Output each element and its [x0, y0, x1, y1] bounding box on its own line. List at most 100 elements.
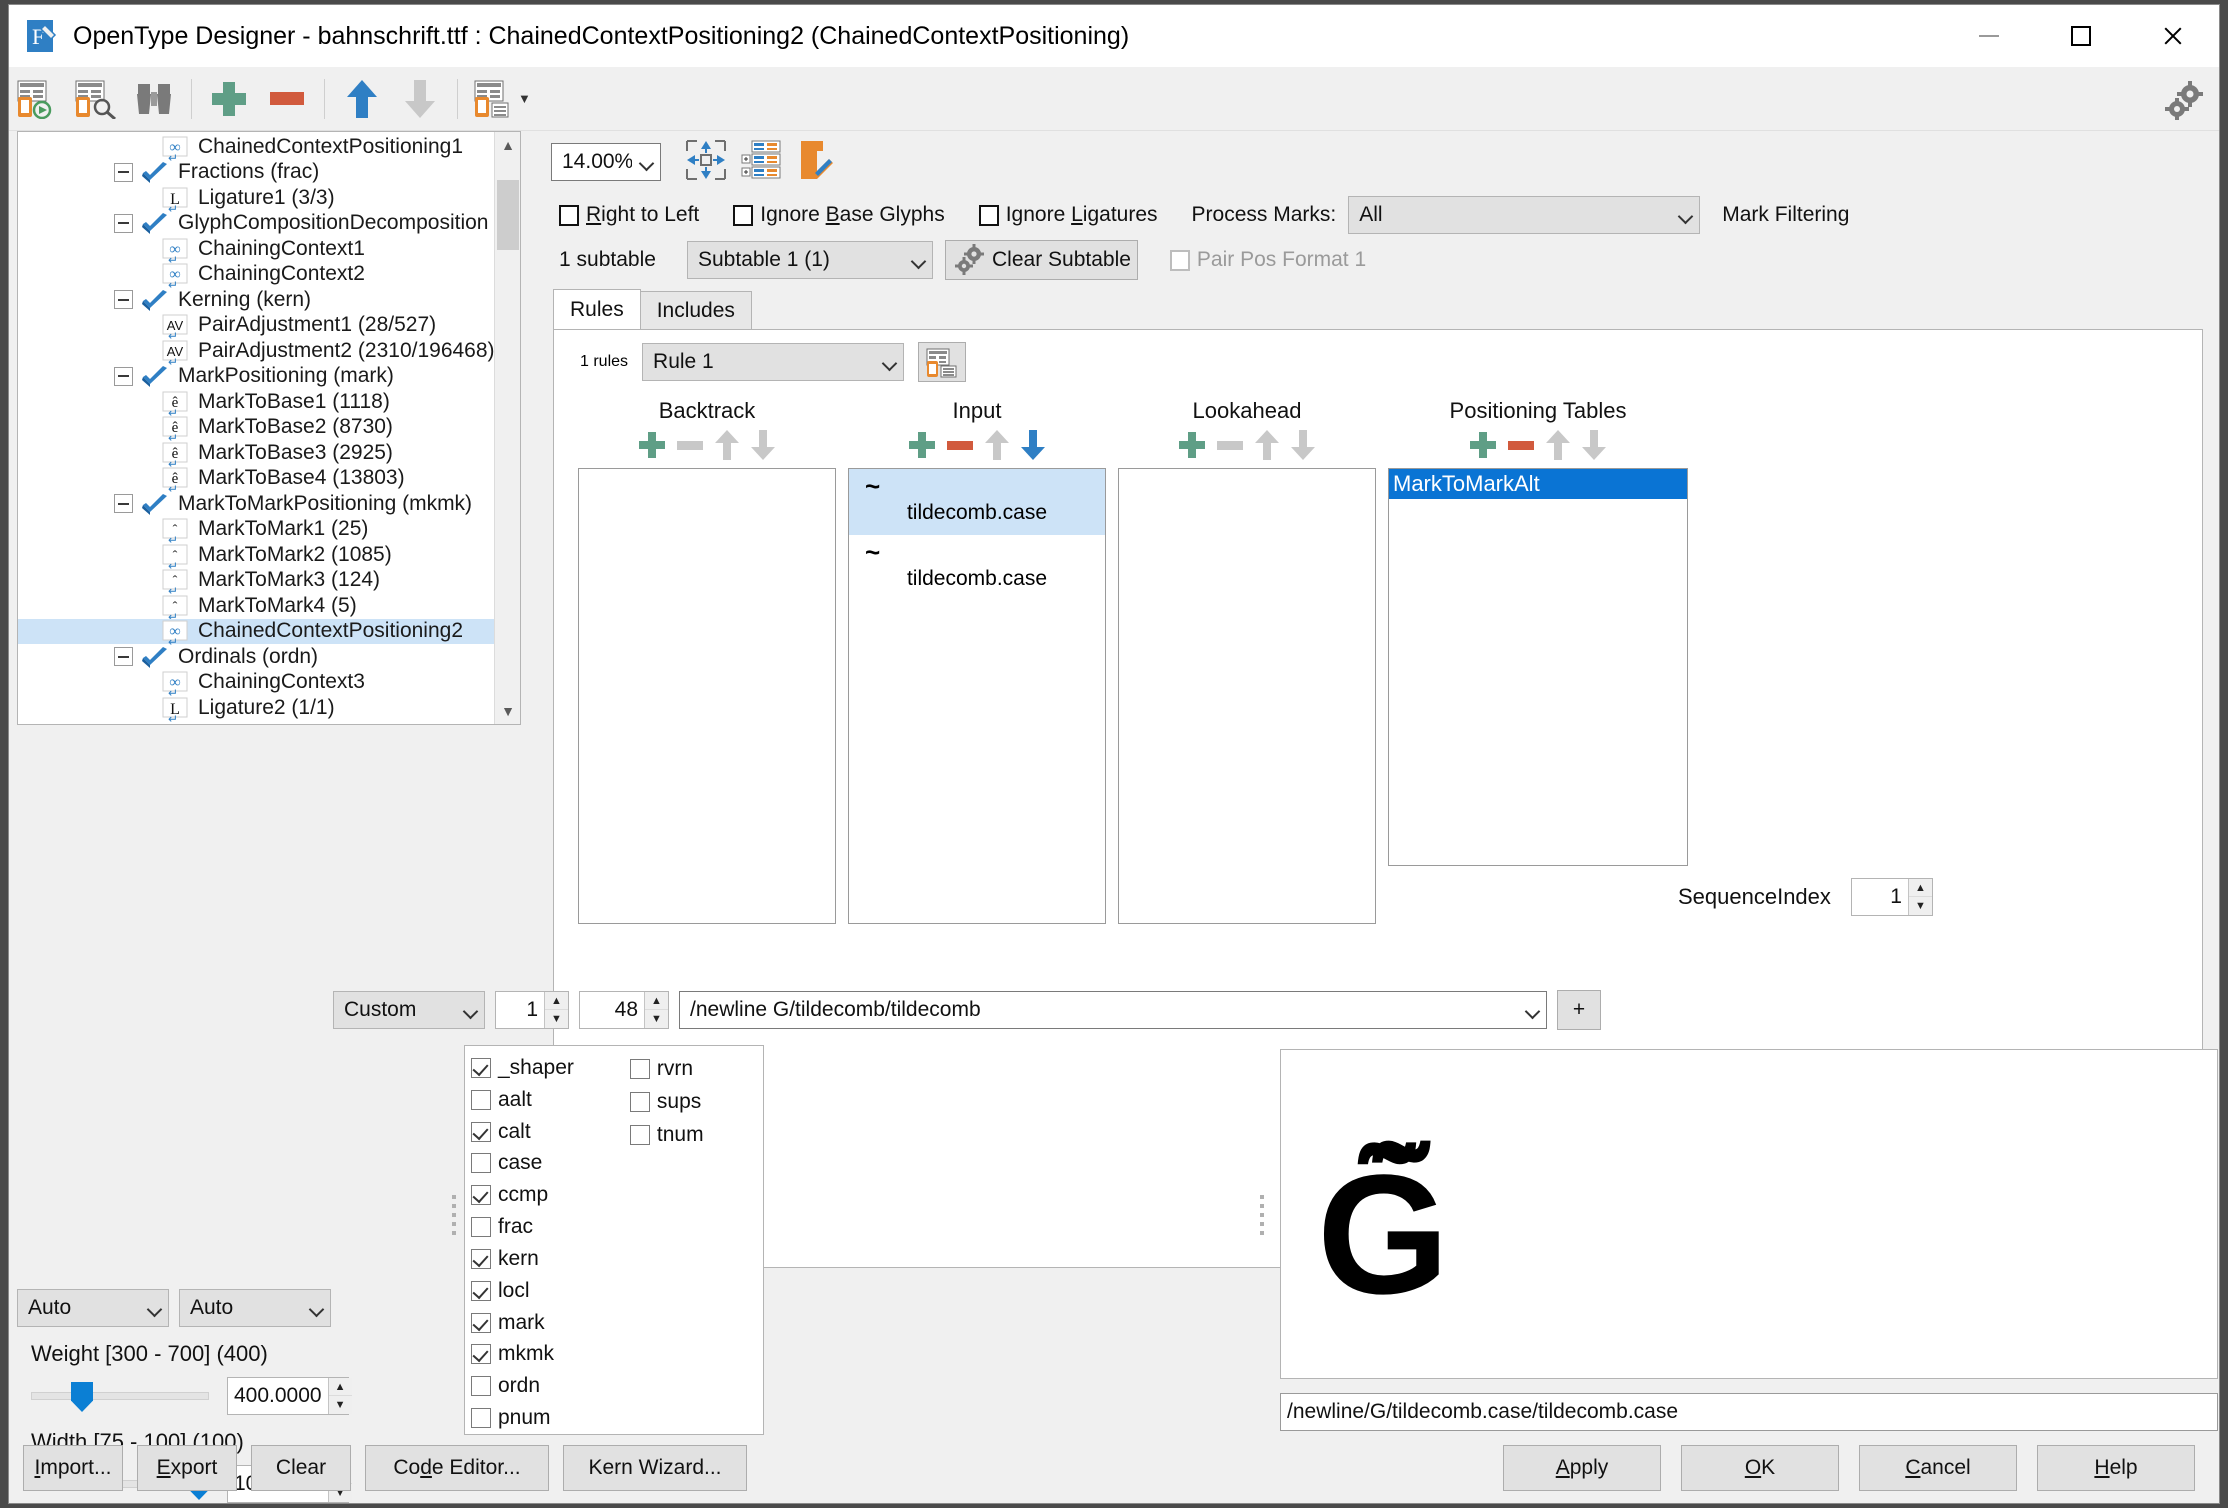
tree-row[interactable]: ê↵MarkToBase4 (13803)	[18, 466, 494, 492]
glyph-preview-pane[interactable]: G̃̃	[1280, 1049, 2218, 1379]
export-font-run-icon[interactable]	[12, 73, 64, 125]
tree-row[interactable]: ∞↵ChainedContextPositioning1	[18, 134, 494, 160]
scroll-down-button[interactable]: ▼	[495, 698, 521, 724]
export-button[interactable]: Export	[137, 1445, 237, 1491]
weight-spinner[interactable]: 400.0000 ▲▼	[227, 1377, 349, 1415]
tree-row[interactable]: ê↵MarkToBase1 (1118)	[18, 389, 494, 415]
spinner-down-icon[interactable]: ▼	[1909, 897, 1932, 915]
spinner-up-icon[interactable]: ▲	[645, 992, 668, 1010]
ok-button[interactable]: OK	[1681, 1445, 1839, 1491]
add-icon[interactable]	[909, 432, 935, 458]
feature-checkbox-mark[interactable]: mark	[471, 1307, 574, 1339]
tree-row[interactable]: Ordinals (ordn)	[18, 644, 494, 670]
inspect-font-icon[interactable]	[70, 73, 122, 125]
zoom-level-combo[interactable]: 14.00%	[551, 143, 661, 181]
maximize-button[interactable]	[2035, 5, 2127, 67]
tree-row[interactable]: AV↵PairAdjustment1 (28/527)	[18, 313, 494, 339]
sequence-index-spinner[interactable]: 1 ▲▼	[1851, 878, 1933, 916]
spinner-down-icon[interactable]: ▼	[645, 1010, 668, 1028]
ignore-base-glyphs-checkbox[interactable]: Ignore Base Glyphs	[733, 203, 944, 227]
vertical-splitter-right[interactable]	[1257, 1185, 1266, 1245]
feature-checkbox-frac[interactable]: frac	[471, 1211, 574, 1243]
close-button[interactable]	[2127, 5, 2219, 67]
weight-slider[interactable]	[31, 1392, 209, 1400]
sample-text-input[interactable]: /newline G/tildecomb/tildecomb	[679, 991, 1547, 1029]
positioning-tables-listbox[interactable]: MarkToMarkAlt	[1388, 468, 1688, 866]
tree-row[interactable]: ê↵MarkToBase2 (8730)	[18, 415, 494, 441]
feature-checkbox-ccmp[interactable]: ccmp	[471, 1179, 574, 1211]
spinner-up-icon[interactable]: ▲	[1909, 879, 1932, 897]
apply-button[interactable]: Apply	[1503, 1445, 1661, 1491]
code-editor-button[interactable]: Code Editor...	[365, 1445, 549, 1491]
tree-collapse-icon[interactable]	[114, 494, 133, 513]
fit-to-view-icon[interactable]	[685, 139, 727, 186]
add-icon[interactable]	[1470, 432, 1496, 458]
tree-row[interactable]: GlyphCompositionDecomposition (ccmp)	[18, 211, 494, 237]
feature-checkbox-pnum[interactable]: pnum	[471, 1402, 574, 1434]
find-binoculars-icon[interactable]	[128, 73, 180, 125]
spinner-up-icon[interactable]: ▲	[545, 992, 568, 1010]
remove-icon[interactable]	[261, 73, 313, 125]
tree-row[interactable]: AV↵PairAdjustment2 (2310/196468)	[18, 338, 494, 364]
vertical-splitter-left[interactable]	[449, 1185, 458, 1245]
tree-row[interactable]: MarkToMarkPositioning (mkmk)	[18, 491, 494, 517]
move-down-icon[interactable]	[1021, 430, 1045, 460]
feature-checkbox-shaper[interactable]: _shaper	[471, 1052, 574, 1084]
tree-row[interactable]: ∞↵ChainingContext1	[18, 236, 494, 262]
backtrack-listbox[interactable]	[578, 468, 836, 924]
feature-checkbox-aalt[interactable]: aalt	[471, 1084, 574, 1116]
add-icon[interactable]	[1179, 432, 1205, 458]
tree-collapse-icon[interactable]	[114, 647, 133, 666]
tree-row[interactable]: Kerning (kern)	[18, 287, 494, 313]
remove-icon[interactable]	[1508, 441, 1534, 450]
clear-subtable-button[interactable]: Clear Subtable	[945, 240, 1138, 280]
import-button[interactable]: Import...	[23, 1445, 123, 1491]
tree-row[interactable]: L↵Ligature2 (1/1)	[18, 695, 494, 721]
feature-checkbox-locl[interactable]: locl	[471, 1275, 574, 1307]
ignore-ligatures-checkbox[interactable]: Ignore Ligatures	[979, 203, 1158, 227]
feature-checkbox-kern[interactable]: kern	[471, 1243, 574, 1275]
lookup-tree-rows[interactable]: ∞↵ChainedContextPositioning1Fractions (f…	[18, 132, 494, 724]
rule-table-icon[interactable]	[918, 342, 966, 382]
cancel-button[interactable]: Cancel	[1859, 1445, 2017, 1491]
direction-combo[interactable]: Custom	[333, 991, 485, 1029]
tree-scrollbar[interactable]: ▲ ▼	[494, 132, 520, 724]
move-up-icon[interactable]	[336, 73, 388, 125]
right-to-left-checkbox[interactable]: Right to Left	[559, 203, 699, 227]
script-combo[interactable]: Auto	[17, 1289, 169, 1327]
input-listbox[interactable]: ~tildecomb.case~tildecomb.case	[848, 468, 1106, 924]
feature-checkbox-calt[interactable]: calt	[471, 1116, 574, 1148]
tree-row[interactable]: ∞↵ChainedContextPositioning2	[18, 619, 494, 645]
table-options-icon[interactable]	[469, 73, 521, 125]
tab-rules[interactable]: Rules	[553, 289, 641, 329]
tree-collapse-icon[interactable]	[114, 367, 133, 386]
clear-button[interactable]: Clear	[251, 1445, 351, 1491]
spinner-down-icon[interactable]: ▼	[545, 1010, 568, 1028]
kern-wizard-button[interactable]: Kern Wizard...	[563, 1445, 747, 1491]
move-down-icon[interactable]	[394, 73, 446, 125]
tree-row[interactable]: ˆ↵MarkToMark4 (5)	[18, 593, 494, 619]
feature-checkbox-case[interactable]: case	[471, 1147, 574, 1179]
minimize-button[interactable]	[1943, 5, 2035, 67]
rule-combo[interactable]: Rule 1	[642, 343, 904, 381]
subtable-combo[interactable]: Subtable 1 (1)	[687, 241, 933, 279]
tree-row[interactable]: Fractions (frac)	[18, 160, 494, 186]
spinner-down-icon[interactable]: ▼	[329, 1396, 352, 1414]
tree-collapse-icon[interactable]	[114, 163, 133, 182]
remove-icon[interactable]	[947, 441, 973, 450]
list-item[interactable]: ~tildecomb.case	[849, 535, 1105, 601]
add-icon[interactable]	[639, 432, 665, 458]
tree-row[interactable]: ∞↵ChainingContext2	[18, 262, 494, 288]
list-item[interactable]: ~tildecomb.case	[849, 469, 1105, 535]
glyph-table-icon[interactable]	[741, 139, 781, 186]
instance-spinner[interactable]: 1 ▲▼	[495, 991, 569, 1029]
weight-slider-thumb[interactable]	[71, 1382, 93, 1412]
tree-row[interactable]: ˆ↵MarkToMark1 (25)	[18, 517, 494, 543]
tab-includes[interactable]: Includes	[640, 291, 752, 329]
feature-checkbox-rvrn[interactable]: rvrn	[630, 1052, 704, 1085]
tree-row[interactable]: ˆ↵MarkToMark2 (1085)	[18, 542, 494, 568]
help-button[interactable]: Help	[2037, 1445, 2195, 1491]
scrollbar-thumb[interactable]	[497, 180, 519, 250]
tree-row[interactable]: ˆ↵MarkToMark3 (124)	[18, 568, 494, 594]
spinner-up-icon[interactable]: ▲	[329, 1378, 352, 1396]
